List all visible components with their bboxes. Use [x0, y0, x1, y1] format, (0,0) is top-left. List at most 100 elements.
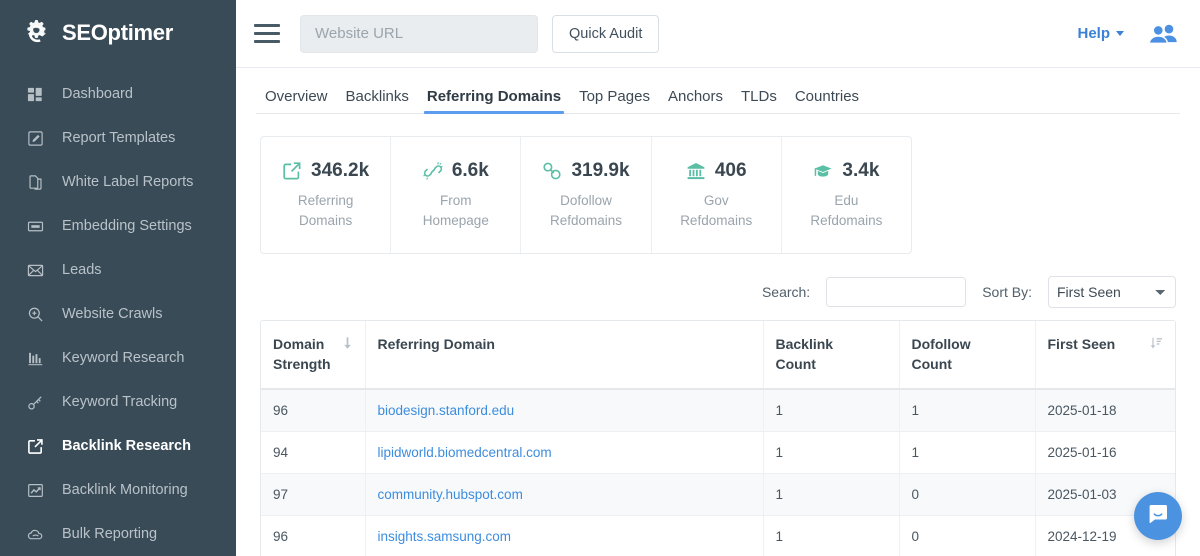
- table-head: Domain Strength: [261, 321, 1175, 389]
- stat-edu-refdomains: 3.4k EduRefdomains: [782, 137, 911, 253]
- sidebar-item-dashboard[interactable]: Dashboard: [0, 72, 236, 116]
- column-header-text: Backlink: [776, 336, 834, 352]
- bank-building-icon: [686, 161, 706, 181]
- cell-referring-domain: lipidworld.biomedcentral.com: [365, 431, 763, 473]
- sidebar-item-backlink-monitoring[interactable]: Backlink Monitoring: [0, 468, 236, 512]
- tab-referring-domains[interactable]: Referring Domains: [418, 89, 570, 113]
- stat-value: 3.4k: [842, 160, 879, 182]
- sidebar-item-leads[interactable]: Leads: [0, 248, 236, 292]
- envelope-icon: [26, 261, 44, 279]
- tab-tlds[interactable]: TLDs: [732, 89, 786, 113]
- stat-value: 319.9k: [571, 160, 629, 182]
- sidebar-item-website-crawls[interactable]: Website Crawls: [0, 292, 236, 336]
- referring-domains-table-wrapper: Domain Strength: [260, 320, 1176, 556]
- website-url-input[interactable]: [300, 15, 538, 53]
- column-header-dofollow-count[interactable]: Dofollow Count: [899, 321, 1035, 389]
- table-row[interactable]: 94 lipidworld.biomedcentral.com 1 1 2025…: [261, 431, 1175, 473]
- sidebar-item-keyword-research[interactable]: Keyword Research: [0, 336, 236, 380]
- referring-domain-link[interactable]: biodesign.stanford.edu: [378, 403, 515, 418]
- cell-dofollow-count: 0: [899, 473, 1035, 515]
- table-row[interactable]: 96 biodesign.stanford.edu 1 1 2025-01-18: [261, 389, 1175, 432]
- quick-audit-button[interactable]: Quick Audit: [552, 15, 659, 53]
- stat-label: GovRefdomains: [680, 191, 752, 230]
- sidebar-item-keyword-tracking[interactable]: Keyword Tracking: [0, 380, 236, 424]
- sidebar-item-backlink-research[interactable]: Backlink Research: [0, 424, 236, 468]
- arrow-down-icon[interactable]: [342, 335, 353, 355]
- sort-by-select[interactable]: First Seen Domain Strength Backlink Coun…: [1048, 276, 1176, 308]
- gear-refresh-logo-icon: [22, 18, 52, 48]
- sidebar-item-label: Backlink Research: [62, 438, 191, 454]
- stats-section: 346.2k ReferringDomains: [260, 114, 1176, 254]
- sidebar-item-label: Website Crawls: [62, 306, 162, 322]
- tab-countries[interactable]: Countries: [786, 89, 868, 113]
- table-row[interactable]: 97 community.hubspot.com 1 0 2025-01-03: [261, 473, 1175, 515]
- stat-value: 6.6k: [452, 160, 489, 182]
- external-link-icon: [282, 161, 302, 181]
- sidebar-item-label: Keyword Research: [62, 350, 185, 366]
- sidebar-item-label: White Label Reports: [62, 174, 193, 190]
- cell-first-seen: 2025-01-16: [1035, 431, 1175, 473]
- referring-domains-table: Domain Strength: [261, 321, 1175, 556]
- tab-backlinks[interactable]: Backlinks: [337, 89, 418, 113]
- brand-logo-area[interactable]: SEOptimer: [0, 0, 236, 66]
- stat-value: 346.2k: [311, 160, 369, 182]
- sidebar-item-report-templates[interactable]: Report Templates: [0, 116, 236, 160]
- cell-dofollow-count: 1: [899, 431, 1035, 473]
- cloud-icon: [26, 525, 44, 543]
- embed-box-icon: [26, 217, 44, 235]
- chat-widget-button[interactable]: [1134, 492, 1182, 540]
- stat-value: 406: [715, 160, 747, 182]
- cell-backlink-count: 1: [763, 473, 899, 515]
- bar-chart-icon: [26, 349, 44, 367]
- sidebar-item-label: Keyword Tracking: [62, 394, 177, 410]
- cell-referring-domain: community.hubspot.com: [365, 473, 763, 515]
- broken-link-icon: [423, 161, 443, 181]
- tab-top-pages[interactable]: Top Pages: [570, 89, 659, 113]
- referring-domain-link[interactable]: insights.samsung.com: [378, 529, 512, 544]
- key-icon: [26, 393, 44, 411]
- column-header-text: Count: [776, 356, 816, 372]
- stat-label: EduRefdomains: [810, 191, 882, 230]
- stats-card-group: 346.2k ReferringDomains: [260, 136, 912, 254]
- table-body: 96 biodesign.stanford.edu 1 1 2025-01-18…: [261, 389, 1175, 556]
- users-group-icon[interactable]: [1148, 21, 1178, 47]
- stat-gov-refdomains: 406 GovRefdomains: [652, 137, 782, 253]
- chevron-down-icon: [1116, 31, 1124, 36]
- referring-domain-link[interactable]: community.hubspot.com: [378, 487, 523, 502]
- external-link-icon: [26, 437, 44, 455]
- referring-domain-link[interactable]: lipidworld.biomedcentral.com: [378, 445, 552, 460]
- sidebar-item-embedding-settings[interactable]: Embedding Settings: [0, 204, 236, 248]
- sort-descending-icon[interactable]: [1150, 335, 1163, 355]
- copy-pages-icon: [26, 173, 44, 191]
- sidebar-item-bulk-reporting[interactable]: Bulk Reporting: [0, 512, 236, 556]
- cell-domain-strength: 96: [261, 389, 365, 432]
- column-header-domain-strength[interactable]: Domain Strength: [261, 321, 365, 389]
- sidebar-nav: Dashboard Report Templates: [0, 66, 236, 556]
- sidebar-item-label: Bulk Reporting: [62, 526, 157, 542]
- content-area: Overview Backlinks Referring Domains Top…: [236, 68, 1200, 556]
- search-input[interactable]: [826, 277, 966, 307]
- line-chart-icon: [26, 481, 44, 499]
- sidebar-item-white-label-reports[interactable]: White Label Reports: [0, 160, 236, 204]
- column-header-referring-domain[interactable]: Referring Domain: [365, 321, 763, 389]
- help-dropdown[interactable]: Help: [1077, 25, 1124, 42]
- sort-by-label: Sort By:: [982, 284, 1032, 300]
- stat-label: ReferringDomains: [298, 191, 354, 230]
- table-row[interactable]: 96 insights.samsung.com 1 0 2024-12-19: [261, 515, 1175, 556]
- stat-label: DofollowRefdomains: [550, 191, 622, 230]
- column-header-backlink-count[interactable]: Backlink Count: [763, 321, 899, 389]
- cell-backlink-count: 1: [763, 431, 899, 473]
- sidebar-item-label: Report Templates: [62, 130, 175, 146]
- app-window: SEOptimer Dashboard: [0, 0, 1200, 556]
- cell-referring-domain: insights.samsung.com: [365, 515, 763, 556]
- column-header-first-seen[interactable]: First Seen: [1035, 321, 1175, 389]
- link-chain-icon: [542, 161, 562, 181]
- hamburger-menu-icon[interactable]: [254, 23, 280, 45]
- edit-document-icon: [26, 129, 44, 147]
- stat-label: FromHomepage: [423, 191, 489, 230]
- stat-referring-domains: 346.2k ReferringDomains: [261, 137, 391, 253]
- search-plus-icon: [26, 305, 44, 323]
- tab-anchors[interactable]: Anchors: [659, 89, 732, 113]
- tab-overview[interactable]: Overview: [256, 89, 337, 113]
- sidebar-item-label: Backlink Monitoring: [62, 482, 188, 498]
